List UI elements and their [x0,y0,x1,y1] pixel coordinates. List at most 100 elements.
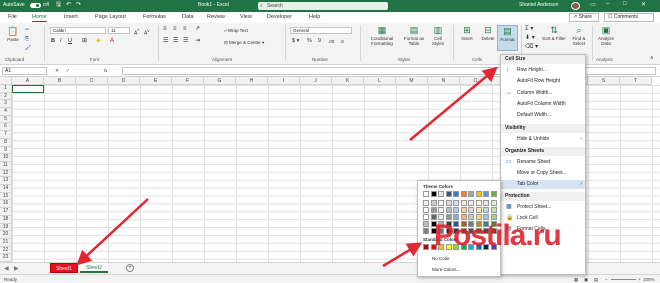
sheet-prev-icon[interactable]: ◀ [4,265,9,272]
menu-item-hide-unhide[interactable]: Hide & Unhide › [501,135,585,144]
column-header[interactable]: D [108,77,140,85]
row-header[interactable]: 2 [0,92,12,101]
row-header[interactable]: 15 [0,192,12,201]
conditional-formatting-button[interactable]: ▦ Conditional Formatting [364,25,400,46]
bold-icon[interactable]: B [51,38,55,44]
ribbon-display-icon[interactable]: ▭ [590,1,596,8]
selected-cell[interactable] [12,85,44,93]
enter-icon[interactable]: ✓ [66,68,70,73]
paste-button[interactable]: 📋 Paste [4,26,22,42]
row-header[interactable]: 20 [0,231,12,239]
font-color-icon[interactable]: A [110,38,114,44]
column-header[interactable]: T [620,77,652,85]
theme-color-swatch[interactable] [438,191,444,197]
sheet-tab-sheet2[interactable]: Sheet2 [80,263,108,273]
maximize-icon[interactable]: □ [623,1,627,7]
row-header[interactable]: 22 [0,246,12,255]
row-header[interactable]: 5 [0,115,12,124]
row-header[interactable]: 11 [0,161,12,170]
cell-styles-button[interactable]: ▥ Cell Styles [428,25,448,46]
tab-insert[interactable]: Insert [64,14,78,20]
row-header[interactable]: 3 [0,100,12,109]
theme-color-swatch[interactable] [460,191,467,197]
theme-color-swatch[interactable] [460,200,467,206]
menu-item-protect-sheet[interactable]: ▦ Protect Sheet... [501,203,585,212]
theme-color-swatch[interactable] [423,191,429,197]
clear-icon[interactable]: ⌫ ▾ [525,44,538,50]
theme-color-swatch[interactable] [453,200,459,206]
underline-icon[interactable]: U [68,38,72,44]
avatar[interactable] [571,2,580,10]
theme-color-swatch[interactable] [453,207,459,213]
theme-color-swatch[interactable] [423,221,429,227]
tab-help[interactable]: Help [309,14,320,20]
theme-color-swatch[interactable] [423,200,429,206]
format-button[interactable]: ▤ Format [497,25,518,51]
row-header[interactable]: 7 [0,131,12,139]
row-header[interactable]: 18 [0,215,12,224]
theme-color-swatch[interactable] [490,191,497,197]
autosum-icon[interactable]: Σ ▾ [525,26,533,32]
row-header[interactable]: 23 [0,254,12,262]
column-header[interactable]: G [204,77,236,85]
theme-color-swatch[interactable] [483,200,489,206]
shrink-font-icon[interactable]: Av [144,28,149,37]
theme-color-swatch[interactable] [438,207,444,213]
menu-item-default-width[interactable]: Default Width... [501,111,585,120]
standard-color-swatch[interactable] [423,244,429,250]
share-button[interactable]: ↗ Share [569,13,599,22]
format-as-table-button[interactable]: ▤ Format as Table [402,25,426,46]
close-icon[interactable]: ✕ [641,1,646,8]
column-header[interactable]: E [140,77,172,85]
zoom-out-icon[interactable]: – [605,277,608,282]
column-header[interactable]: M [396,77,428,85]
theme-color-swatch[interactable] [423,207,429,213]
column-header[interactable]: S [588,77,620,85]
menu-item-column-width[interactable]: ↔ Column Width... [501,89,585,98]
font-name-select[interactable]: Calibri [50,27,106,34]
theme-color-swatch[interactable] [475,191,482,197]
theme-color-swatch[interactable] [468,200,474,206]
align-bottom-icon[interactable]: ≡ [183,26,187,32]
column-header[interactable]: O [460,77,492,85]
zoom-slider[interactable] [611,279,636,280]
column-header[interactable]: F [172,77,204,85]
theme-color-swatch[interactable] [430,200,437,206]
theme-color-swatch[interactable] [445,191,452,197]
theme-color-swatch[interactable] [423,228,429,234]
theme-color-swatch[interactable] [438,200,444,206]
tab-page-layout[interactable]: Page Layout [95,14,126,20]
menu-item-move-copy[interactable]: Move or Copy Sheet... [501,169,585,178]
menu-item-autofit-row[interactable]: AutoFit Row Height [501,77,585,86]
analyze-data-button[interactable]: ▣ Analyze Data [595,25,617,46]
column-header[interactable]: C [76,77,108,85]
select-all-corner[interactable] [0,77,12,85]
theme-color-swatch[interactable] [445,200,452,206]
row-header[interactable]: 16 [0,200,12,209]
align-top-icon[interactable]: ≡ [163,26,167,32]
row-header[interactable]: 9 [0,146,12,155]
column-header[interactable]: B [44,77,76,85]
column-header[interactable]: L [364,77,396,85]
tab-file[interactable]: File [8,14,17,20]
sheet-next-icon[interactable]: ▶ [14,265,19,272]
zoom-in-icon[interactable]: + [638,277,641,282]
tab-review[interactable]: Review [207,14,225,20]
align-right-icon[interactable]: ☰ [183,38,188,44]
theme-color-swatch[interactable] [460,207,467,213]
name-box[interactable]: A1 [2,67,47,75]
decrease-decimal-icon[interactable]: .0 [340,39,344,44]
increase-decimal-icon[interactable]: .00 [328,39,334,44]
redo-icon[interactable]: ↷ [76,2,81,9]
comments-button[interactable]: ☐ Comments [604,13,654,22]
column-header[interactable]: N [428,77,460,85]
fill-color-icon[interactable]: ◈ [96,38,101,44]
tab-home[interactable]: Home [32,14,47,22]
theme-color-swatch[interactable] [490,200,497,206]
menu-item-rename-sheet[interactable]: ▭ Rename Sheet [501,158,585,167]
search-input[interactable]: ⌕ Search [258,2,388,10]
row-header[interactable]: 4 [0,108,12,116]
row-header[interactable]: 14 [0,185,12,193]
copy-icon[interactable]: ⎘ [25,35,29,43]
format-painter-icon[interactable]: 🖌 [25,44,31,52]
